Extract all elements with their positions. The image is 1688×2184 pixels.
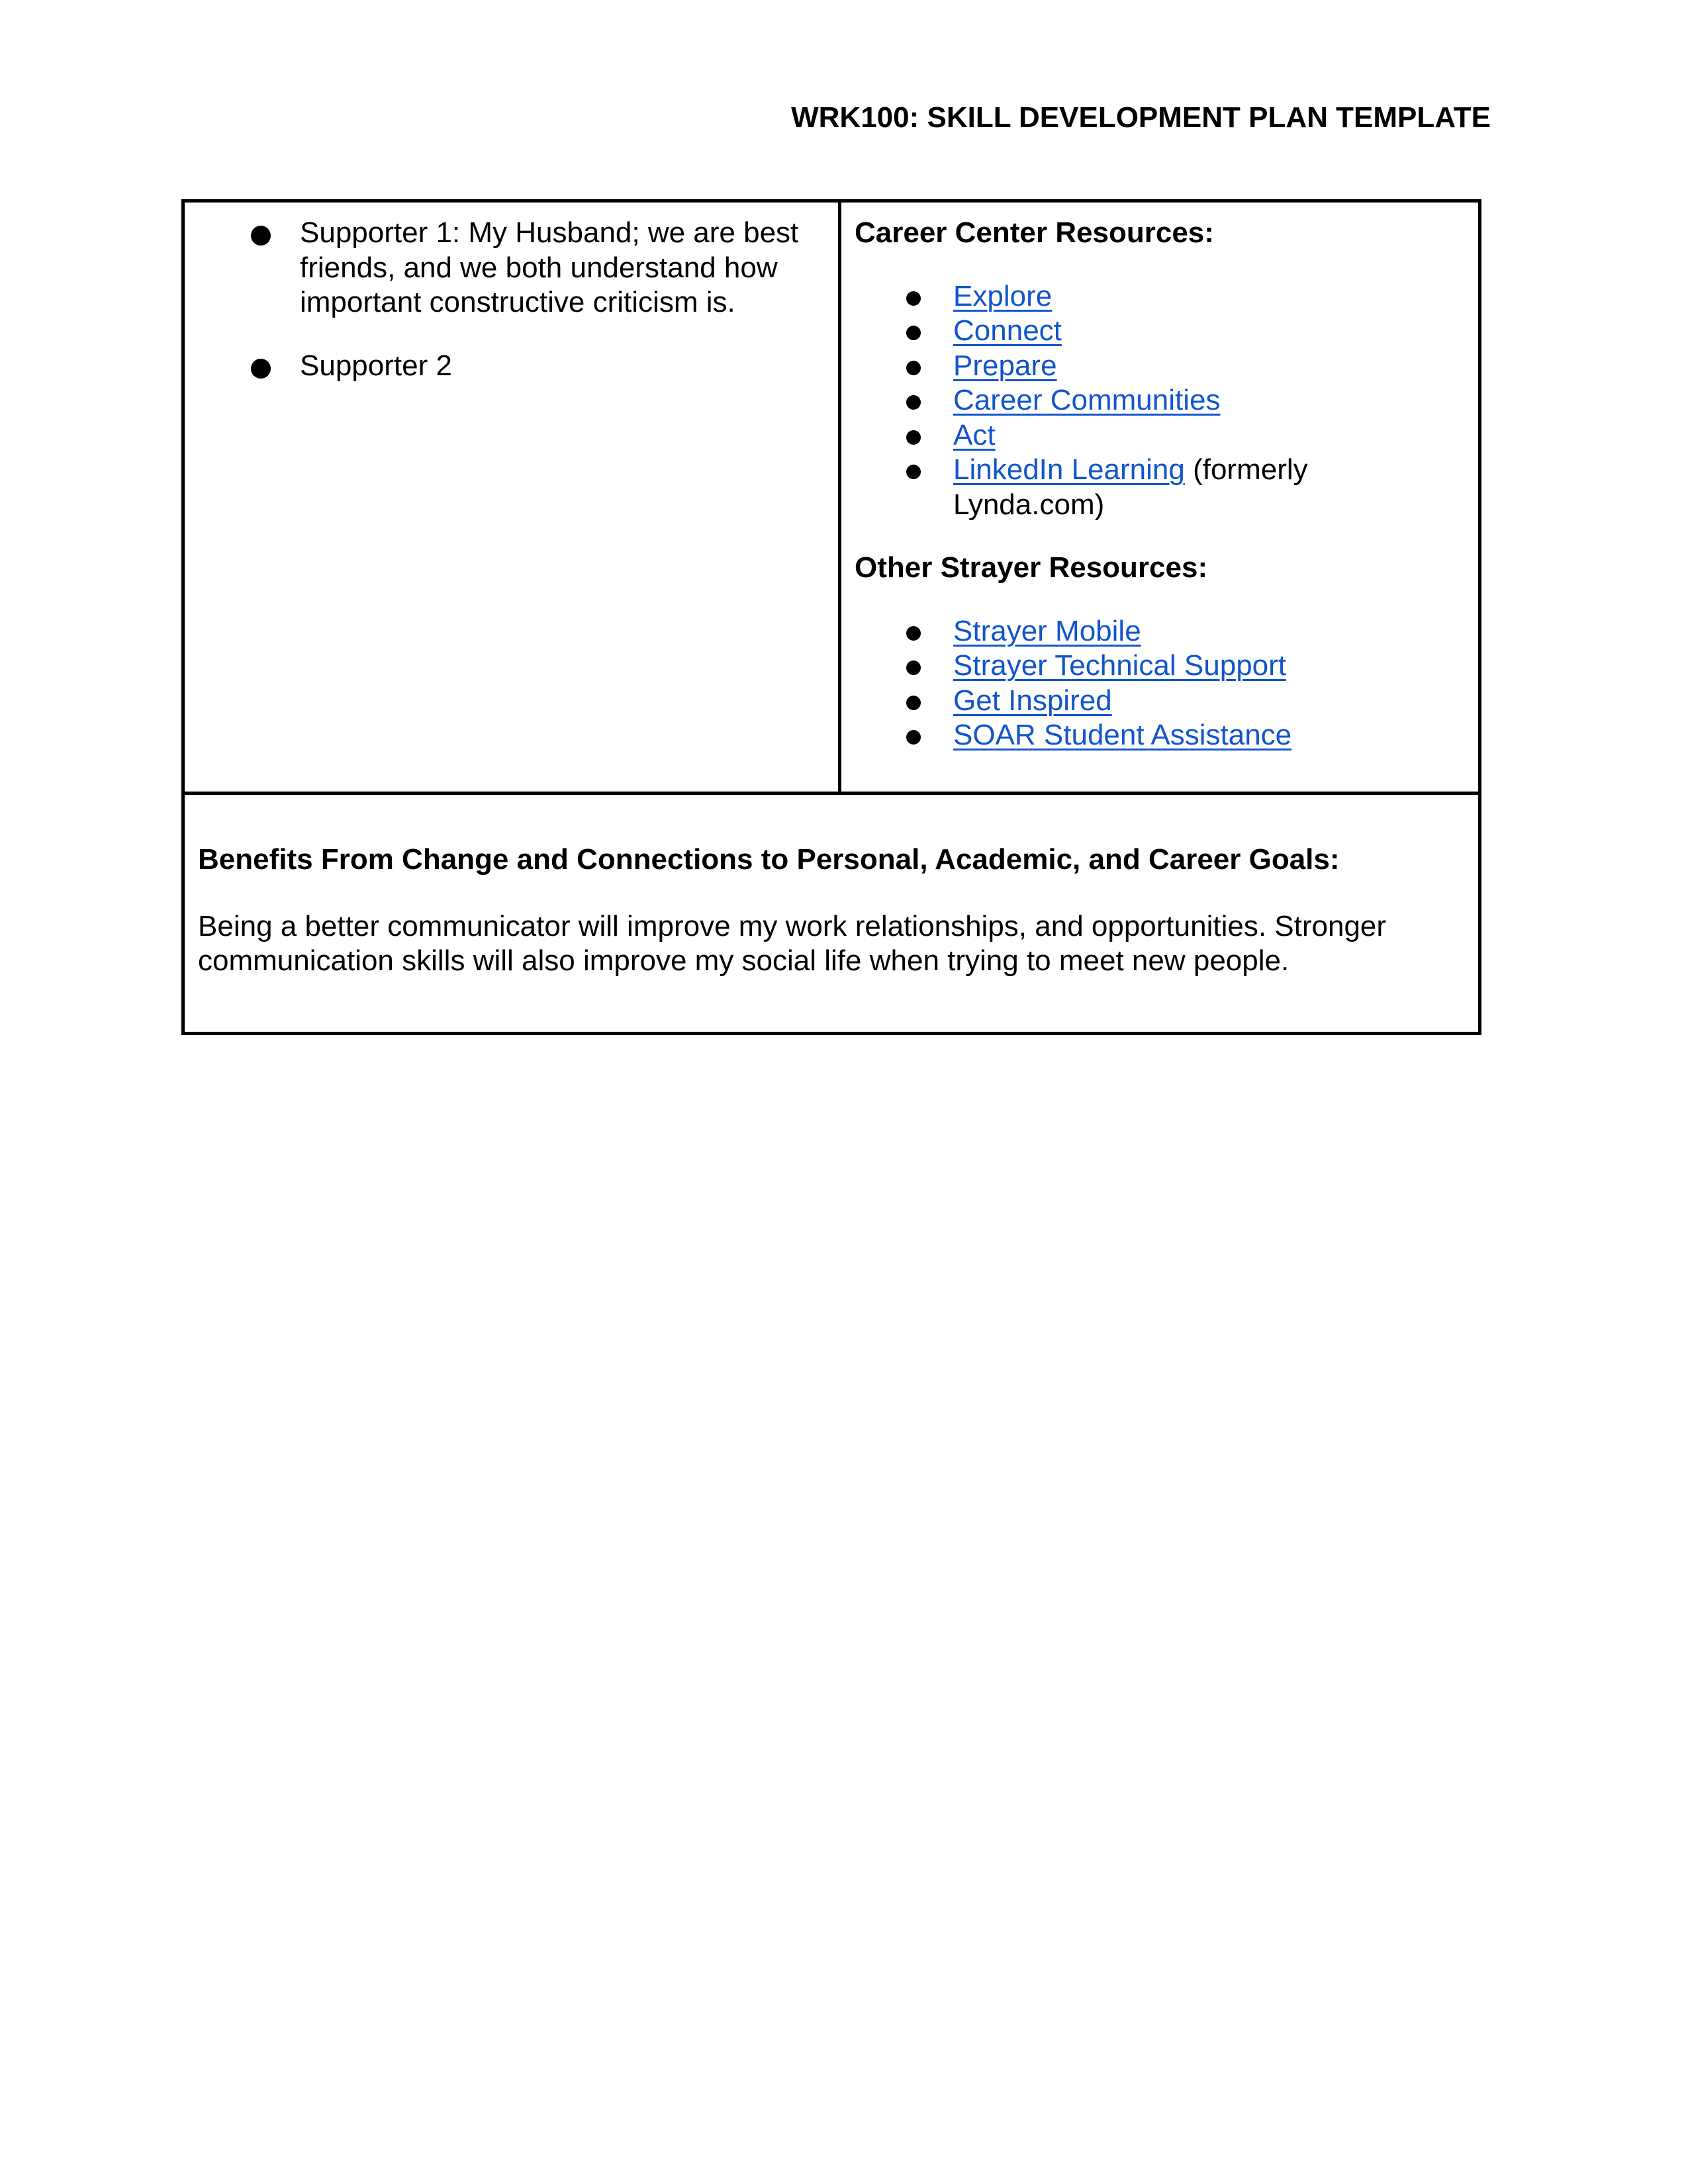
link-career-communities[interactable]: Career Communities [953, 384, 1220, 416]
bullet-icon [906, 360, 921, 375]
supporter-text: Supporter 2 [300, 349, 452, 382]
link-get-inspired[interactable]: Get Inspired [953, 684, 1112, 717]
bullet-icon [906, 465, 921, 479]
supporters-cell: Supporter 1: My Husband; we are best fri… [181, 199, 841, 795]
bullet-icon [906, 625, 921, 641]
bullet-icon [906, 291, 921, 306]
career-center-links: Explore Connect Prepare Career Communiti… [855, 279, 1465, 523]
bullet-icon [906, 660, 921, 675]
resource-item: Strayer Technical Support [855, 649, 1465, 684]
benefits-body: Being a better communicator will improve… [198, 909, 1387, 978]
link-strayer-technical-support[interactable]: Strayer Technical Support [953, 649, 1286, 682]
bullet-icon [906, 730, 921, 745]
link-soar-student-assistance[interactable]: SOAR Student Assistance [953, 719, 1291, 751]
benefits-cell: Benefits From Change and Connections to … [181, 792, 1481, 1035]
career-center-heading: Career Center Resources: [855, 216, 1214, 249]
bullet-icon [251, 226, 271, 246]
document-title: WRK100: SKILL DEVELOPMENT PLAN TEMPLATE [791, 101, 1491, 134]
link-prepare[interactable]: Prepare [953, 349, 1057, 382]
resource-item: Strayer Mobile [855, 614, 1465, 649]
supporter-item: Supporter 1: My Husband; we are best fri… [185, 216, 838, 320]
skill-plan-table: Supporter 1: My Husband; we are best fri… [181, 199, 1481, 1035]
bullet-icon [251, 358, 271, 379]
bullet-icon [906, 430, 921, 445]
bullet-icon [906, 695, 921, 710]
supporters-list: Supporter 1: My Husband; we are best fri… [185, 203, 838, 383]
other-resources-links: Strayer Mobile Strayer Technical Support… [855, 614, 1465, 753]
resource-item: Prepare [855, 349, 1465, 384]
link-linkedin-learning[interactable]: LinkedIn Learning [953, 453, 1185, 486]
supporter-text: Supporter 1: My Husband; we are best fri… [300, 216, 799, 318]
bullet-icon [906, 326, 921, 340]
table-row-benefits: Benefits From Change and Connections to … [181, 792, 1481, 1035]
resource-item: Get Inspired [855, 684, 1465, 719]
resource-item: Career Communities [855, 383, 1465, 418]
other-resources-heading: Other Strayer Resources: [855, 551, 1208, 584]
resource-item: Explore [855, 279, 1465, 314]
resources-cell: Career Center Resources: Explore Connect… [838, 199, 1481, 795]
link-explore[interactable]: Explore [953, 280, 1052, 312]
resource-item: Act [855, 418, 1465, 453]
link-connect[interactable]: Connect [953, 314, 1062, 347]
supporter-item: Supporter 2 [185, 349, 838, 384]
resource-item: LinkedIn Learning (formerly Lynda.com) [855, 453, 1465, 522]
resource-item: Connect [855, 314, 1465, 349]
link-strayer-mobile[interactable]: Strayer Mobile [953, 615, 1141, 647]
benefits-heading: Benefits From Change and Connections to … [198, 843, 1340, 876]
bullet-icon [906, 395, 921, 410]
resource-item: SOAR Student Assistance [855, 718, 1465, 753]
link-act[interactable]: Act [953, 419, 996, 451]
table-row-supporters-resources: Supporter 1: My Husband; we are best fri… [181, 199, 1481, 795]
